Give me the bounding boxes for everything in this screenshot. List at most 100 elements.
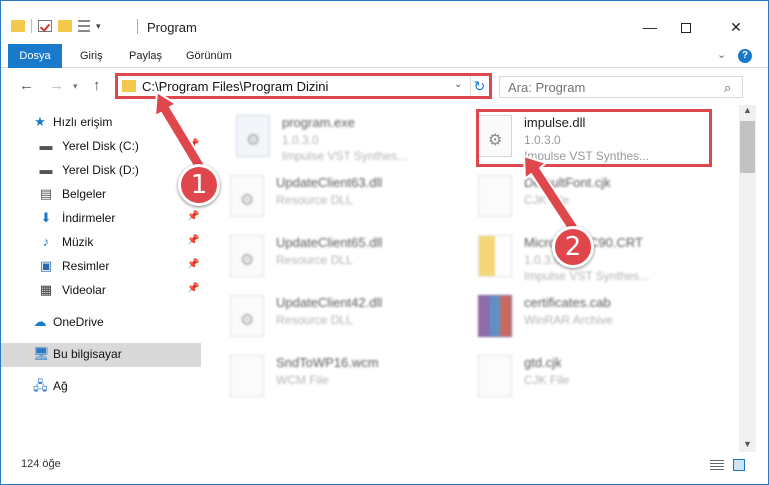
computer-icon: 🖥 <box>33 346 50 361</box>
file-icon <box>230 355 264 397</box>
search-input[interactable] <box>508 79 708 95</box>
details-view-icon[interactable] <box>710 460 724 470</box>
exe-icon: ⚙ <box>236 115 270 157</box>
file-icon <box>478 355 512 397</box>
sidebar-item-onedrive[interactable]: ☁ OneDrive <box>1 311 201 335</box>
file-item-updateclient42[interactable]: ⚙ UpdateClient42.dll Resource DLL <box>230 291 480 347</box>
sidebar-item-local-disk-d[interactable]: ▬ Yerel Disk (D:) <box>1 159 201 183</box>
address-bar[interactable]: C:\Program Files\Program Dizini ⌄ ↻ <box>115 73 492 99</box>
file-name: UpdateClient65.dll <box>276 235 383 250</box>
music-icon: ♪ <box>42 234 50 249</box>
customize-toolbar-chevron-icon[interactable]: ▾ <box>96 21 101 32</box>
pin-icon[interactable]: 📌 <box>187 139 199 150</box>
dll-gear-icon: ⚙ <box>230 295 264 337</box>
tab-file[interactable]: Dosya <box>8 44 62 68</box>
new-folder-icon[interactable] <box>58 20 72 32</box>
folder-icon[interactable] <box>11 20 25 32</box>
pin-icon[interactable]: 📌 <box>187 211 199 222</box>
sidebar-item-label: Videolar <box>62 283 106 297</box>
file-type: CJK File <box>524 193 570 207</box>
address-path[interactable]: C:\Program Files\Program Dizini <box>142 79 328 94</box>
pictures-icon: ▣ <box>39 258 53 273</box>
documents-icon: ▤ <box>39 186 53 201</box>
sidebar-item-label: Yerel Disk (D:) <box>62 163 139 177</box>
file-type: Resource DLL <box>276 313 353 327</box>
sidebar-item-network[interactable]: 🖧 Ağ <box>1 375 201 399</box>
search-icon[interactable]: ⌕ <box>724 80 731 96</box>
title-separator <box>137 19 138 34</box>
sidebar-item-label: Müzik <box>62 235 94 249</box>
file-icon <box>478 175 512 217</box>
sidebar-item-label: Hızlı erişim <box>53 115 113 129</box>
star-icon: ★ <box>34 114 46 129</box>
sidebar-item-label: Bu bilgisayar <box>53 347 122 361</box>
gear-icon: ⚙ <box>240 312 255 329</box>
sidebar-item-downloads[interactable]: ⬇ İndirmeler 📌 <box>1 207 201 231</box>
file-name: certificates.cab <box>524 295 611 310</box>
back-arrow-icon[interactable]: ← <box>19 77 34 94</box>
folder-icon <box>122 80 136 92</box>
sidebar-item-quick-access[interactable]: ★ Hızlı erişim <box>1 111 201 135</box>
list-properties-icon[interactable] <box>78 20 90 32</box>
file-type: Resource DLL <box>276 253 353 267</box>
file-type: CJK File <box>524 373 570 387</box>
file-item-sndtowp16[interactable]: SndToWP16.wcm WCM File <box>230 351 480 407</box>
quick-access-toolbar: ▾ <box>11 19 101 33</box>
close-button[interactable]: ✕ <box>713 15 759 39</box>
tab-view[interactable]: Görünüm <box>186 44 232 68</box>
large-icons-view-icon[interactable] <box>733 459 745 471</box>
cloud-icon: ☁ <box>33 314 47 329</box>
sidebar-item-music[interactable]: ♪ Müzik 📌 <box>1 231 201 255</box>
scroll-up-icon[interactable]: ▲ <box>743 105 752 115</box>
vertical-scrollbar[interactable]: ▲ ▼ <box>739 105 756 452</box>
tab-home[interactable]: Giriş <box>80 44 103 68</box>
file-name: SndToWP16.wcm <box>276 355 379 370</box>
dll-gear-icon: ⚙ <box>230 235 264 277</box>
address-history-chevron-icon[interactable]: ⌄ <box>454 79 462 90</box>
pin-icon[interactable]: 📌 <box>187 283 199 294</box>
scroll-down-icon[interactable]: ▼ <box>743 439 752 449</box>
videos-icon: ▦ <box>39 282 53 297</box>
properties-check-icon[interactable] <box>38 20 52 32</box>
drive-icon: ▬ <box>39 138 53 153</box>
zip-folder-icon <box>478 235 512 277</box>
maximize-button[interactable] <box>663 15 709 39</box>
sidebar-item-local-disk-c[interactable]: ▬ Yerel Disk (C:) 📌 <box>1 135 201 159</box>
sidebar-item-videos[interactable]: ▦ Videolar 📌 <box>1 279 201 303</box>
sidebar-item-label: İndirmeler <box>62 211 116 225</box>
recent-locations-chevron-icon[interactable]: ▾ <box>73 81 78 92</box>
file-item-defaultfont[interactable]: DefaultFont.cjk CJK File <box>478 171 728 227</box>
sidebar-item-label: OneDrive <box>53 315 104 329</box>
sidebar-item-label: Belgeler <box>62 187 107 201</box>
gear-icon: ⚙ <box>240 252 255 269</box>
file-item-microsoft-vc90[interactable]: Microsoft.VC90.CRT 1.0.3.0 Impulse VST S… <box>478 231 728 287</box>
help-icon[interactable]: ? <box>738 49 752 63</box>
scrollbar-thumb[interactable] <box>740 121 755 173</box>
file-item-program-exe[interactable]: ⚙ program.exe 1.0.3.0 Impulse VST Synthe… <box>236 111 486 167</box>
expand-ribbon-chevron-icon[interactable]: ⌄ <box>717 48 726 61</box>
sidebar-item-documents[interactable]: ▤ Belgeler 📌 <box>1 183 201 207</box>
file-item-updateclient65[interactable]: ⚙ UpdateClient65.dll Resource DLL <box>230 231 480 287</box>
sidebar-item-pictures[interactable]: ▣ Resimler 📌 <box>1 255 201 279</box>
refresh-icon[interactable]: ↻ <box>470 76 488 96</box>
sidebar-item-this-pc[interactable]: 🖥 Bu bilgisayar <box>1 343 201 367</box>
search-box[interactable]: ⌕ <box>499 76 743 98</box>
forward-arrow-icon[interactable]: → <box>49 77 64 94</box>
file-item-certificates-cab[interactable]: certificates.cab WinRAR Archive <box>478 291 728 347</box>
network-icon: 🖧 <box>33 378 48 393</box>
sidebar-item-label: Yerel Disk (C:) <box>62 139 139 153</box>
status-bar: 124 öğe <box>1 453 768 477</box>
file-item-gtd-cjk[interactable]: gtd.cjk CJK File <box>478 351 728 407</box>
downloads-icon: ⬇ <box>40 210 52 225</box>
pin-icon[interactable]: 📌 <box>187 259 199 270</box>
up-arrow-icon[interactable]: ↑ <box>93 77 101 94</box>
file-item-updateclient63[interactable]: ⚙ UpdateClient63.dll Resource DLL <box>230 171 480 227</box>
tab-share[interactable]: Paylaş <box>129 44 162 68</box>
navigation-pane: ★ Hızlı erişim ▬ Yerel Disk (C:) 📌 ▬ Yer… <box>1 107 203 452</box>
item-count: 124 öğe <box>21 458 61 470</box>
ribbon-tabs: Dosya Giriş Paylaş Görünüm ⌄ ? <box>1 44 768 68</box>
sidebar-item-label: Ağ <box>53 379 68 393</box>
pin-icon[interactable]: 📌 <box>187 235 199 246</box>
gear-icon: ⚙ <box>246 132 261 149</box>
step-badge-2: 2 <box>552 226 594 268</box>
